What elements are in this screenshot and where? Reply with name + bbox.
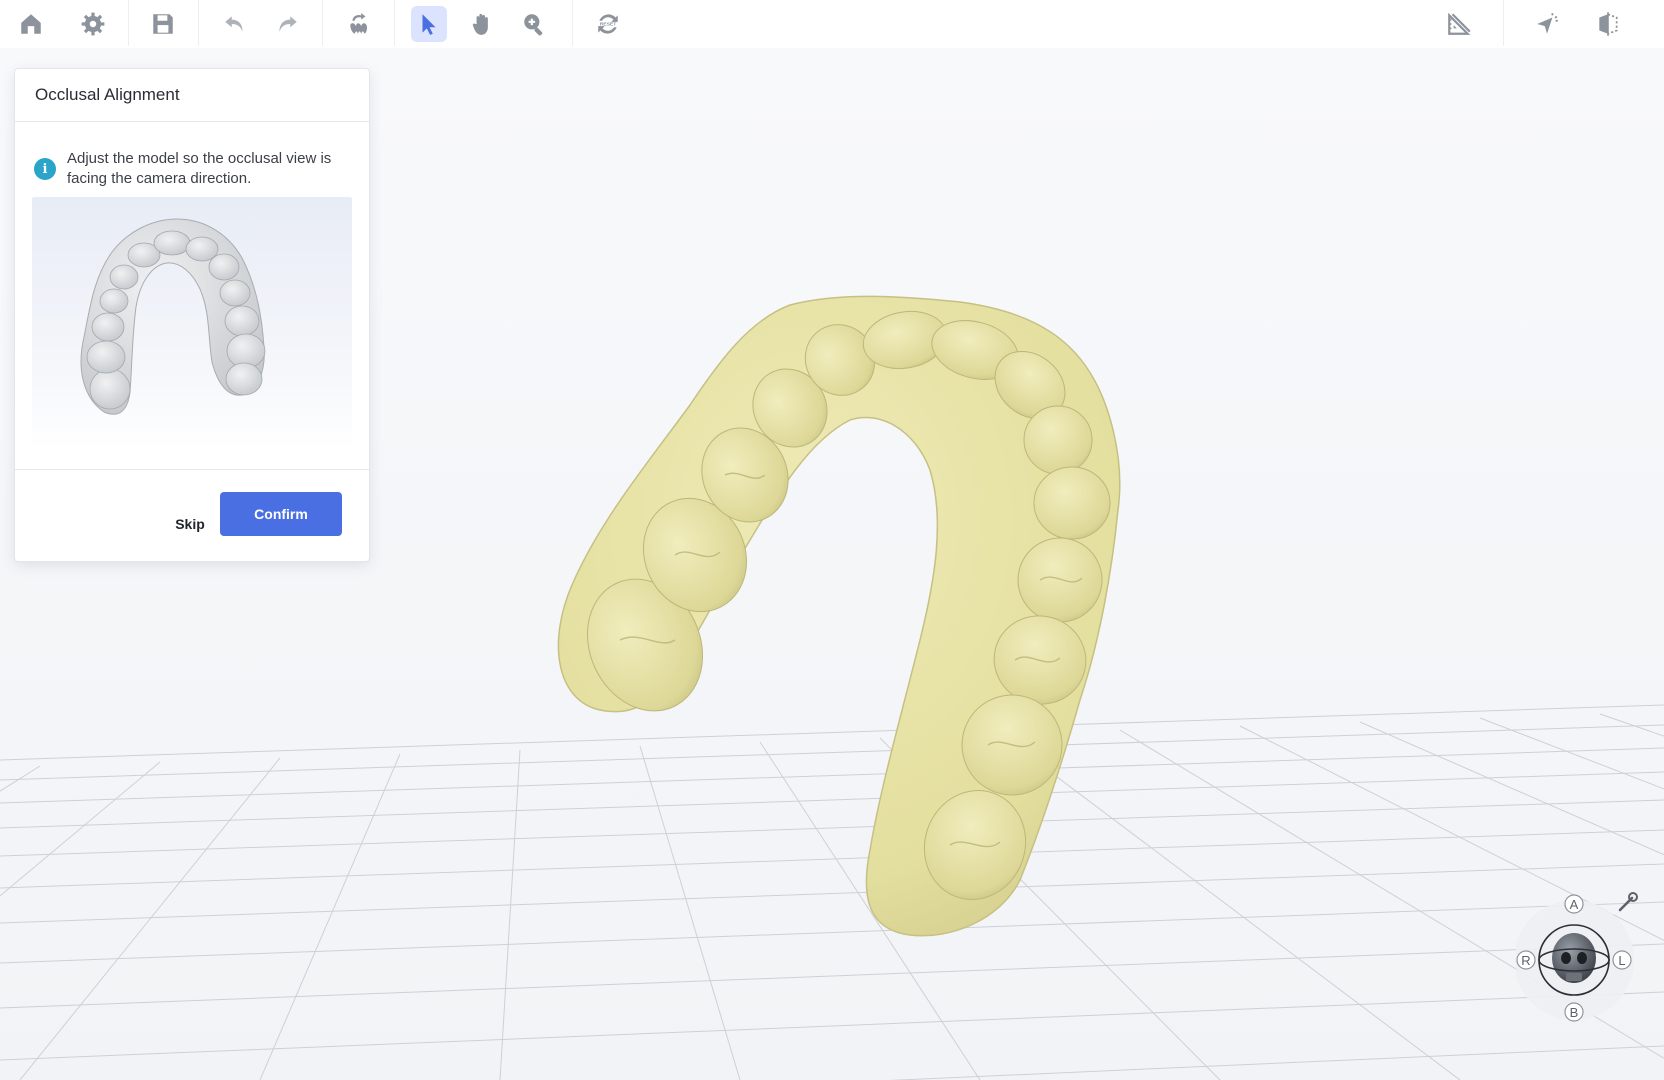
save-icon bbox=[153, 14, 173, 34]
zoom-tool-button[interactable] bbox=[516, 6, 552, 42]
axis-b-label: B bbox=[1570, 1005, 1579, 1020]
confirm-button[interactable]: Confirm bbox=[220, 492, 342, 536]
skip-button[interactable]: Skip bbox=[155, 502, 225, 546]
undo-button[interactable] bbox=[217, 6, 253, 42]
settings-button[interactable] bbox=[75, 6, 111, 42]
zoom-icon bbox=[524, 14, 543, 36]
settings-icon bbox=[81, 12, 105, 36]
reset-view-button[interactable]: RESET bbox=[590, 6, 626, 42]
save-button[interactable] bbox=[145, 6, 181, 42]
home-icon bbox=[21, 14, 41, 34]
main-toolbar: RESET bbox=[0, 0, 1664, 48]
measure-button[interactable] bbox=[1441, 6, 1477, 42]
panel-divider bbox=[15, 469, 369, 470]
pan-tool-button[interactable] bbox=[464, 6, 500, 42]
select-tool-button[interactable] bbox=[411, 6, 447, 42]
light-icon bbox=[1537, 13, 1558, 34]
skull-icon bbox=[1552, 933, 1596, 983]
section-view-button[interactable] bbox=[1590, 6, 1626, 42]
panel-divider bbox=[15, 121, 369, 122]
reference-preview-image bbox=[32, 197, 352, 449]
auto-align-button[interactable] bbox=[341, 6, 377, 42]
measure-icon bbox=[1448, 12, 1471, 35]
wrench-icon[interactable] bbox=[1618, 892, 1638, 912]
light-button[interactable] bbox=[1529, 6, 1565, 42]
undo-icon bbox=[225, 16, 243, 32]
reset-view-icon: RESET bbox=[598, 14, 618, 34]
home-button[interactable] bbox=[13, 6, 49, 42]
orientation-gizmo: A B R L bbox=[1514, 892, 1638, 1022]
occlusal-alignment-panel: Occlusal Alignment i Adjust the model so… bbox=[14, 68, 370, 562]
auto-align-icon bbox=[350, 13, 368, 34]
preview-arch-model bbox=[80, 218, 266, 415]
axis-l-label: L bbox=[1618, 953, 1625, 968]
orientation-widget[interactable]: A B R L bbox=[1514, 888, 1646, 1024]
panel-title: Occlusal Alignment bbox=[35, 85, 180, 104]
info-icon: i bbox=[34, 158, 56, 180]
pan-icon bbox=[472, 13, 488, 35]
redo-button[interactable] bbox=[269, 6, 305, 42]
reset-label: RESET bbox=[600, 22, 617, 28]
select-icon bbox=[422, 14, 436, 35]
redo-icon bbox=[279, 16, 297, 32]
axis-r-label: R bbox=[1521, 953, 1530, 968]
section-view-icon bbox=[1599, 12, 1618, 36]
instruction-text: Adjust the model so the occlusal view is… bbox=[67, 150, 332, 187]
axis-a-label: A bbox=[1570, 897, 1579, 912]
